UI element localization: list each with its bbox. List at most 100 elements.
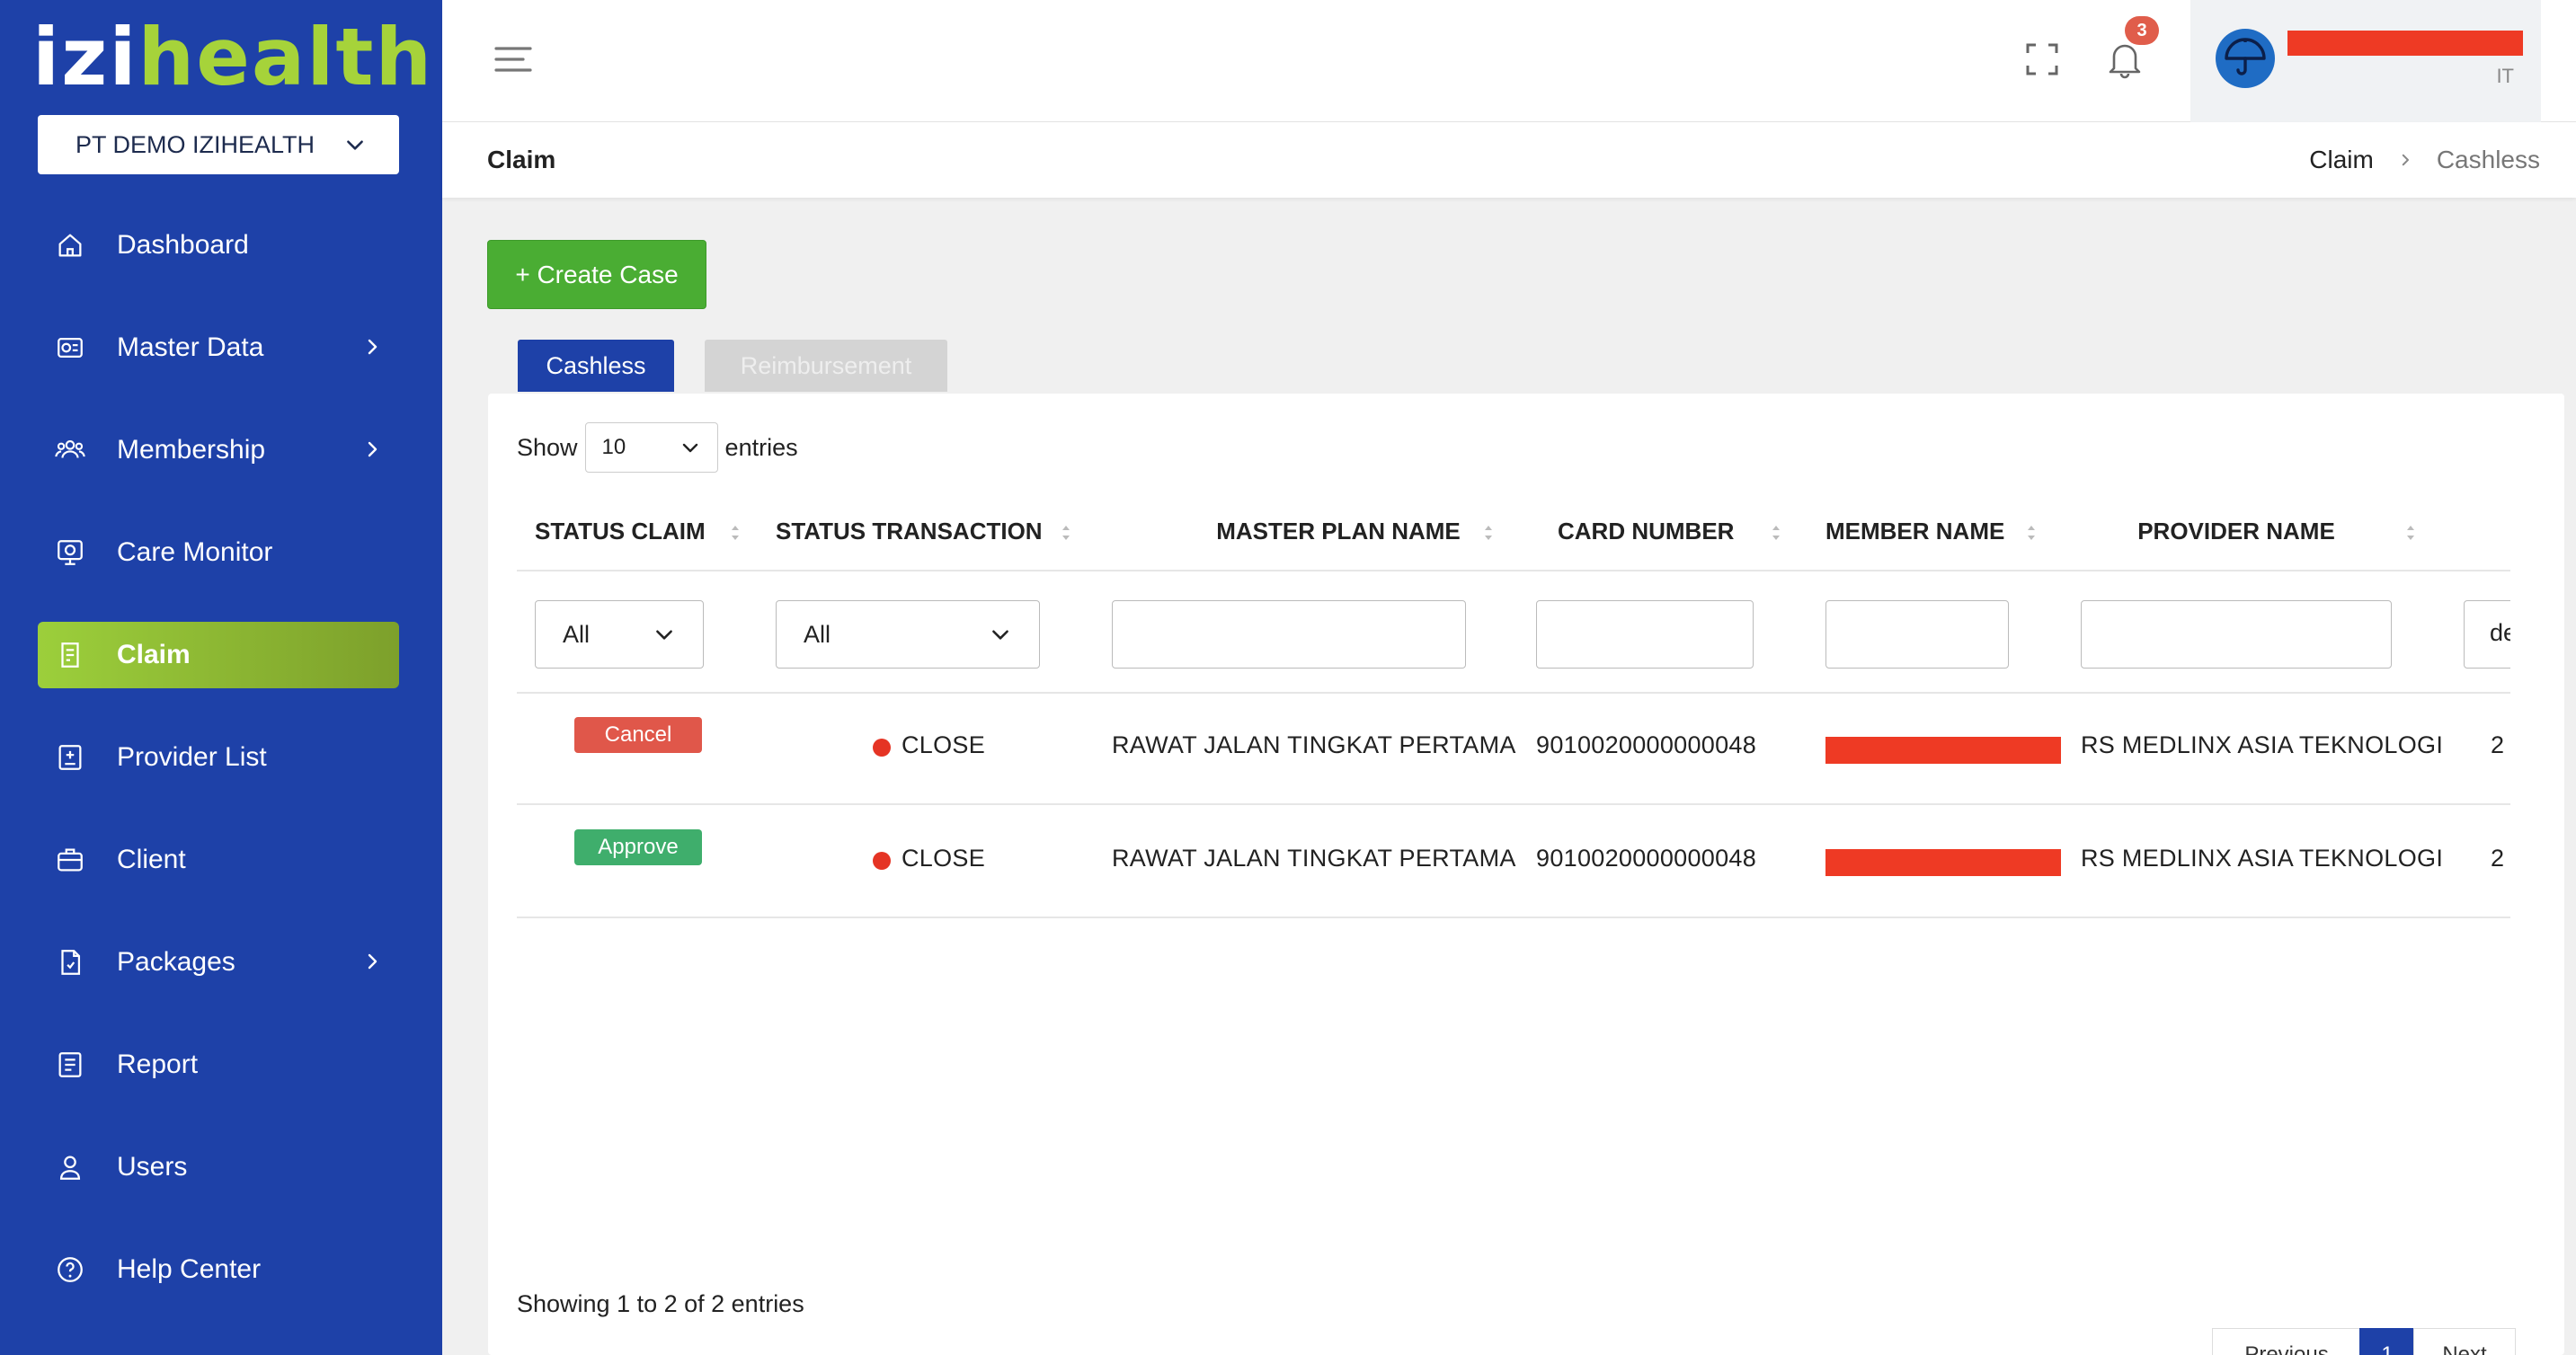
create-case-button[interactable]: + Create Case	[487, 240, 706, 309]
sidebar-item-care-monitor[interactable]: Care Monitor	[38, 519, 399, 586]
claims-table: STATUS CLAIM STATUS TRANSACTION MASTER P…	[517, 492, 2510, 1032]
master-plan-cell: RAWAT JALAN TINGKAT PERTAMA	[1112, 845, 1516, 872]
sidebar-item-label: Care Monitor	[117, 537, 273, 567]
page-length-value: 10	[601, 435, 626, 459]
breadcrumb: Claim Cashless	[2309, 146, 2540, 174]
chevron-right-icon	[2402, 154, 2409, 166]
logo-health: health	[138, 11, 434, 103]
fullscreen-icon[interactable]	[2024, 41, 2060, 77]
chevron-right-icon	[368, 339, 378, 355]
header-divider	[517, 570, 2510, 571]
help-circle-icon	[54, 1253, 86, 1286]
chevron-down-icon	[992, 630, 1008, 640]
pagination-page-1[interactable]: 1	[2359, 1328, 2415, 1355]
logo-izi: izi	[32, 11, 138, 103]
pagination-next[interactable]: Next	[2413, 1328, 2516, 1355]
redacted-member-name	[1825, 849, 2061, 876]
master-plan-filter-input[interactable]	[1112, 600, 1466, 669]
tab-reimbursement[interactable]: Reimbursement	[705, 340, 947, 392]
filter-divider	[517, 692, 2510, 694]
tab-cashless[interactable]: Cashless	[518, 340, 674, 392]
chevron-right-icon	[368, 441, 378, 457]
sidebar-item-packages[interactable]: Packages	[38, 929, 399, 996]
show-label: Show	[517, 433, 578, 461]
hamburger-menu-icon[interactable]	[494, 43, 532, 75]
sidebar-item-label: Dashboard	[117, 230, 249, 260]
status-transaction-cell: CLOSE	[902, 845, 986, 872]
status-claim-filter-value: All	[563, 620, 591, 648]
sidebar-nav: Dashboard Master Data Membership Care Mo…	[38, 212, 399, 1339]
sidebar-item-label: Help Center	[117, 1254, 262, 1284]
row-divider	[517, 803, 2510, 805]
sidebar-item-provider-list[interactable]: Provider List	[38, 724, 399, 791]
card-number-filter-input[interactable]	[1536, 600, 1754, 669]
status-transaction-filter-value: All	[804, 620, 831, 648]
user-role: IT	[2496, 65, 2514, 87]
user-icon	[54, 1151, 86, 1183]
sidebar-item-claim[interactable]: Claim	[38, 622, 399, 688]
column-header-member-name[interactable]: MEMBER NAME	[1825, 492, 2004, 570]
sidebar-item-report[interactable]: Report	[38, 1032, 399, 1098]
chevron-down-icon	[682, 443, 697, 453]
sort-icon[interactable]	[1770, 523, 1782, 543]
home-icon	[54, 229, 86, 261]
sort-icon[interactable]	[2025, 523, 2038, 543]
user-menu[interactable]: IT	[2190, 0, 2541, 122]
overflow-cell: 2	[2491, 845, 2505, 872]
sort-icon[interactable]	[1482, 523, 1495, 543]
sidebar-item-client[interactable]: Client	[38, 827, 399, 893]
status-dot-icon	[873, 852, 891, 870]
monitor-icon	[54, 536, 86, 569]
notification-badge: 3	[2125, 16, 2159, 45]
claims-table-card: Show 10 entries STATUS CLAIM STATUS TRAN…	[488, 394, 2564, 1355]
sidebar-item-label: Claim	[117, 640, 191, 669]
top-bar: 3 IT	[442, 0, 2576, 122]
master-plan-cell: RAWAT JALAN TINGKAT PERTAMA	[1112, 731, 1516, 758]
page-header: Claim Claim Cashless	[442, 122, 2576, 198]
sort-icon[interactable]	[729, 523, 742, 543]
report-icon	[54, 1049, 86, 1081]
status-transaction-cell: CLOSE	[902, 731, 986, 758]
claim-document-icon	[54, 639, 86, 671]
sidebar-item-master-data[interactable]: Master Data	[38, 314, 399, 381]
bell-icon[interactable]	[2107, 40, 2143, 79]
card-number-cell: 9010020000000048	[1536, 845, 1757, 872]
redacted-user-name	[2287, 31, 2523, 56]
page-title: Claim	[487, 146, 556, 173]
sidebar-item-dashboard[interactable]: Dashboard	[38, 212, 399, 279]
sidebar-item-membership[interactable]: Membership	[38, 417, 399, 483]
column-header-status-transaction[interactable]: STATUS TRANSACTION	[776, 492, 1043, 570]
users-group-icon	[54, 434, 86, 466]
provider-list-icon	[54, 741, 86, 774]
column-header-status-claim[interactable]: STATUS CLAIM	[535, 492, 706, 570]
provider-name-filter-input[interactable]	[2081, 600, 2392, 669]
sidebar-item-users[interactable]: Users	[38, 1134, 399, 1200]
redacted-member-name	[1825, 737, 2061, 764]
status-claim-filter[interactable]: All	[535, 600, 704, 669]
sort-icon[interactable]	[2404, 523, 2417, 543]
sidebar-item-label: Client	[117, 845, 186, 874]
column-header-master-plan-name[interactable]: MASTER PLAN NAME	[1166, 492, 1511, 570]
chevron-right-icon	[368, 953, 378, 970]
brand-logo[interactable]: izi health	[32, 18, 433, 97]
column-header-card-number[interactable]: CARD NUMBER	[1558, 492, 1734, 570]
sidebar-item-help-center[interactable]: Help Center	[38, 1236, 399, 1303]
database-icon	[54, 332, 86, 364]
member-name-filter-input[interactable]	[1825, 600, 2009, 669]
column-header-provider-name[interactable]: PROVIDER NAME	[2081, 492, 2392, 570]
row-divider	[517, 917, 2510, 918]
company-select[interactable]: PT DEMO IZIHEALTH	[38, 115, 399, 174]
page-length-select[interactable]: 10	[584, 422, 718, 473]
sort-icon[interactable]	[1060, 523, 1072, 543]
page-length-control: Show 10 entries	[517, 422, 798, 473]
next-column-filter-input[interactable]: de	[2464, 600, 2510, 669]
status-badge: Approve	[574, 829, 702, 865]
breadcrumb-claim[interactable]: Claim	[2309, 146, 2374, 174]
briefcase-icon	[54, 844, 86, 876]
breadcrumb-cashless: Cashless	[2436, 146, 2540, 173]
chevron-down-icon	[347, 140, 363, 150]
status-transaction-filter[interactable]: All	[776, 600, 1040, 669]
sidebar-item-label: Users	[117, 1152, 188, 1182]
chevron-down-icon	[656, 630, 672, 640]
pagination-previous[interactable]: Previous	[2212, 1328, 2361, 1355]
